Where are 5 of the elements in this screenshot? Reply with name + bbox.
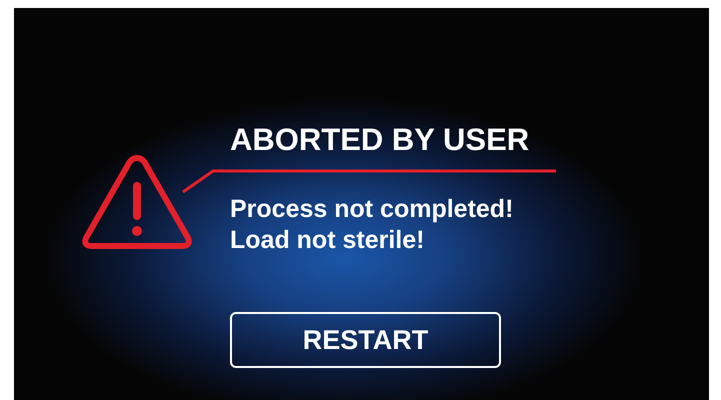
alert-message: Load not sterile! [230, 225, 426, 256]
warning-icon [80, 152, 194, 252]
restart-button[interactable]: RESTART [230, 312, 501, 368]
alert-title: ABORTED BY USER [230, 121, 530, 159]
alert-message: Process not completed! [230, 194, 514, 225]
